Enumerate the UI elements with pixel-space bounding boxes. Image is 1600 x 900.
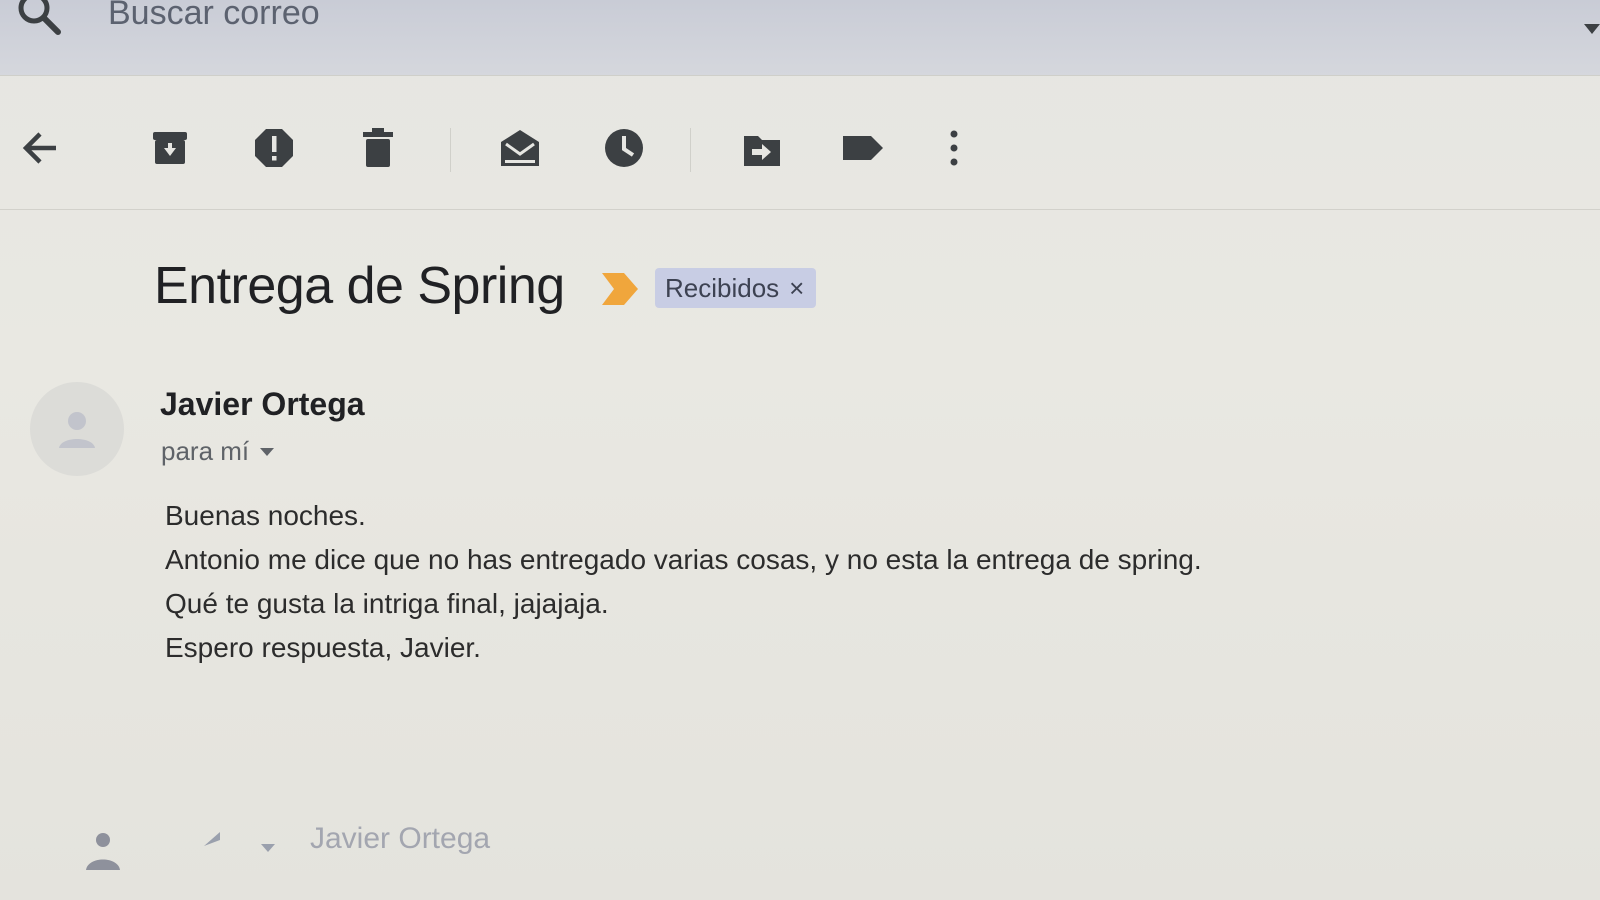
gmail-message-view: Buscar correo Entrega de Spring Recibido… — [0, 0, 1600, 900]
importance-marker-icon[interactable] — [602, 273, 642, 305]
person-icon — [86, 833, 120, 870]
sender-avatar[interactable] — [30, 382, 124, 476]
message-toolbar — [0, 94, 1600, 210]
archive-button[interactable] — [146, 124, 194, 172]
delete-button[interactable] — [354, 124, 402, 172]
reply-icon[interactable] — [204, 832, 244, 862]
chevron-down-icon[interactable] — [259, 446, 275, 458]
recipient-label: para mí — [161, 436, 250, 466]
arrow-left-icon — [22, 132, 56, 164]
toolbar-divider — [450, 128, 451, 172]
label-chip-recibidos: Recibidos × — [655, 268, 817, 308]
search-input[interactable]: Buscar correo — [108, 0, 320, 33]
reply-area[interactable]: Javier Ortega — [0, 810, 1600, 900]
sender-name[interactable]: Javier Ortega — [160, 386, 365, 423]
message-body: Buenas noches. Antonio me dice que no ha… — [165, 496, 1202, 672]
message-subject: Entrega de Spring — [154, 257, 565, 315]
report-icon — [255, 129, 293, 167]
body-line: Espero respuesta, Javier. — [165, 632, 481, 663]
search-icon[interactable] — [14, 0, 64, 40]
report-spam-button[interactable] — [250, 124, 298, 172]
body-line: Antonio me dice que no has entregado var… — [165, 544, 1202, 575]
clock-icon — [605, 129, 643, 167]
labels-button[interactable] — [838, 124, 886, 172]
search-bar[interactable]: Buscar correo — [0, 0, 1600, 76]
snooze-button[interactable] — [600, 124, 648, 172]
mark-unread-button[interactable] — [496, 124, 544, 172]
label-chip-text: Recibidos — [665, 272, 780, 303]
body-line: Qué te gusta la intriga final, jajajaja. — [165, 588, 609, 619]
back-button[interactable] — [16, 124, 64, 172]
remove-label-button[interactable]: × — [789, 273, 804, 304]
person-icon — [59, 412, 95, 448]
toolbar-divider — [690, 128, 691, 172]
archive-icon — [153, 132, 187, 164]
reply-recipient: Javier Ortega — [310, 822, 491, 855]
mark-unread-icon — [501, 130, 539, 166]
move-to-icon — [744, 136, 780, 166]
more-button[interactable] — [930, 124, 978, 172]
recipient-details[interactable]: para mí — [161, 436, 275, 467]
search-options-icon[interactable] — [1584, 24, 1600, 36]
trash-icon — [363, 128, 393, 167]
body-line: Buenas noches. — [165, 500, 366, 531]
chevron-down-icon[interactable] — [260, 842, 276, 854]
label-icon — [843, 136, 883, 160]
more-vert-icon — [950, 130, 958, 166]
move-to-button[interactable] — [738, 124, 786, 172]
